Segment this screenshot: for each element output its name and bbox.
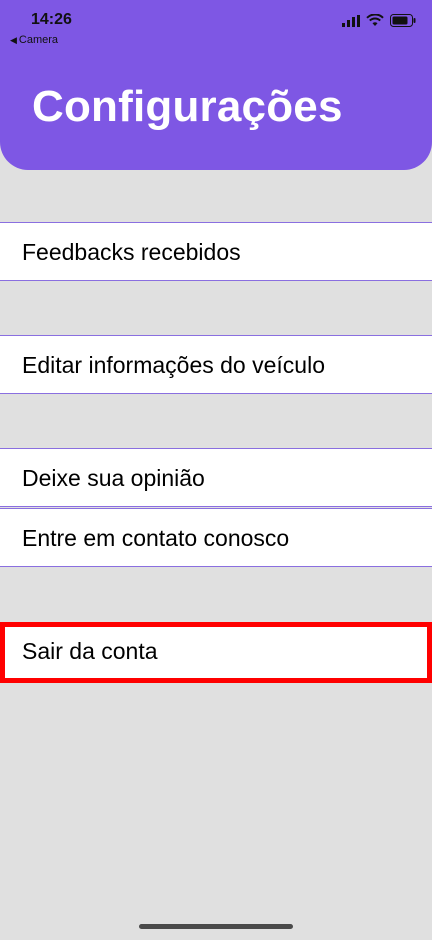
battery-icon xyxy=(390,14,416,27)
back-to-app-link[interactable]: ◀ Camera xyxy=(10,34,58,46)
feedbacks-received-item[interactable]: Feedbacks recebidos xyxy=(0,222,432,281)
leave-opinion-item[interactable]: Deixe sua opinião xyxy=(0,448,432,507)
home-indicator[interactable] xyxy=(139,924,293,929)
signal-icon xyxy=(342,14,360,27)
status-icons xyxy=(342,14,416,27)
status-time: 14:26 xyxy=(31,11,72,28)
edit-vehicle-info-item[interactable]: Editar informações do veículo xyxy=(0,335,432,394)
edit-vehicle-info-label: Editar informações do veículo xyxy=(22,352,325,378)
logout-label: Sair da conta xyxy=(22,638,158,664)
header: 14:26 ◀ Camera Configurações xyxy=(0,0,432,170)
back-arrow-icon: ◀ xyxy=(10,34,17,45)
leave-opinion-label: Deixe sua opinião xyxy=(22,465,205,491)
logout-item[interactable]: Sair da conta xyxy=(0,622,432,683)
contact-us-item[interactable]: Entre em contato conosco xyxy=(0,508,432,567)
page-title: Configurações xyxy=(32,82,343,131)
contact-us-label: Entre em contato conosco xyxy=(22,525,290,551)
feedbacks-received-label: Feedbacks recebidos xyxy=(22,239,241,265)
wifi-icon xyxy=(366,14,384,26)
back-app-label: Camera xyxy=(18,34,59,46)
